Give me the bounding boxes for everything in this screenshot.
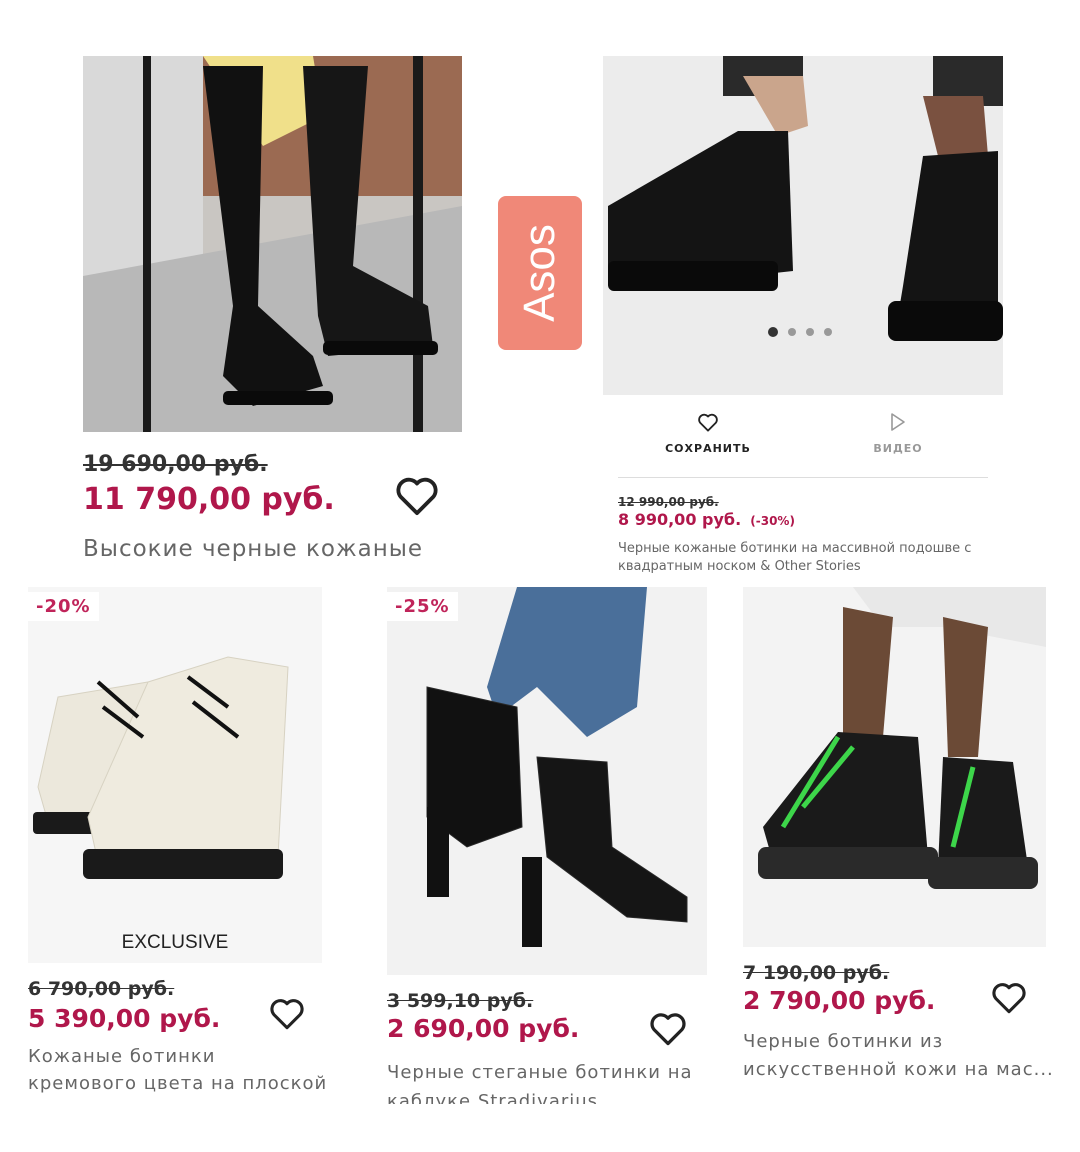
wishlist-heart-icon[interactable] xyxy=(990,980,1028,1018)
product-description[interactable]: Высокие черные кожаные xyxy=(83,536,503,568)
brand-tag-label: Asos xyxy=(515,224,564,322)
wishlist-heart-icon[interactable] xyxy=(394,474,440,520)
discount-badge: -25% xyxy=(387,592,458,621)
carousel-dot[interactable] xyxy=(806,328,814,336)
carousel-dot[interactable] xyxy=(824,328,832,336)
video-button[interactable]: ВИДЕО xyxy=(850,412,946,455)
boots-photo xyxy=(603,56,1003,395)
old-price: 6 790,00 руб. xyxy=(28,978,175,1000)
sale-price: 2 790,00 руб. xyxy=(743,986,936,1015)
product-image-chelsea-boots[interactable] xyxy=(603,56,1003,395)
discount-badge: -20% xyxy=(28,592,99,621)
discount-percent: (-30%) xyxy=(750,514,795,528)
boots-photo xyxy=(28,587,322,963)
brand-tag: Asos xyxy=(498,196,582,350)
carousel-dot[interactable] xyxy=(788,328,796,336)
save-button[interactable]: СОХРАНИТЬ xyxy=(660,412,756,455)
old-price: 3 599,10 руб. xyxy=(387,990,534,1012)
old-price: 12 990,00 руб. xyxy=(618,495,719,509)
carousel-dots[interactable] xyxy=(768,327,832,337)
sale-price-row: 8 990,00 руб. (-30%) xyxy=(618,510,795,529)
boots-photo xyxy=(743,587,1046,947)
divider xyxy=(618,477,988,478)
carousel-dot[interactable] xyxy=(768,327,778,337)
exclusive-label: EXCLUSIVE xyxy=(121,932,229,953)
product-description[interactable]: Кожаные ботинки кремового цвета на плоск… xyxy=(28,1043,328,1099)
sale-price: 2 690,00 руб. xyxy=(387,1014,580,1043)
sale-price: 8 990,00 руб. xyxy=(618,510,742,529)
old-price: 19 690,00 руб. xyxy=(83,452,268,477)
boots-photo xyxy=(387,587,707,975)
save-label: СОХРАНИТЬ xyxy=(665,442,751,455)
video-label: ВИДЕО xyxy=(873,442,923,455)
product-image-green-lace-boots[interactable] xyxy=(743,587,1046,947)
product-description[interactable]: Черные ботинки из искусственной кожи на … xyxy=(743,1028,1063,1078)
play-icon xyxy=(891,413,905,431)
heart-icon xyxy=(698,413,718,432)
sale-price: 5 390,00 руб. xyxy=(28,1004,221,1033)
boots-photo xyxy=(83,56,462,432)
sale-price: 11 790,00 руб. xyxy=(83,482,335,517)
product-description[interactable]: Черные кожаные ботинки на массивной подо… xyxy=(618,540,988,576)
product-image-quilted-boots[interactable] xyxy=(387,587,707,975)
old-price: 7 190,00 руб. xyxy=(743,962,890,984)
product-image-cream-boots[interactable]: EXCLUSIVE xyxy=(28,587,322,963)
product-description[interactable]: Черные стеганые ботинки на каблуке Strad… xyxy=(387,1058,717,1104)
wishlist-heart-icon[interactable] xyxy=(648,1010,688,1050)
wishlist-heart-icon[interactable] xyxy=(268,996,306,1034)
product-image-lace-up-knee-boots[interactable] xyxy=(83,56,462,432)
